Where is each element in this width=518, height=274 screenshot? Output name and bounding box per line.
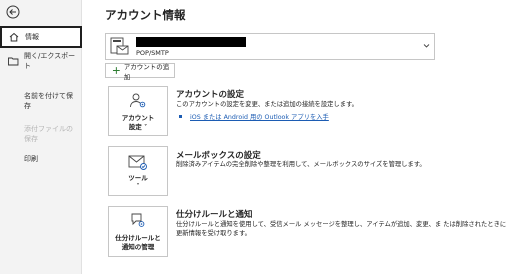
section-title-rules-alerts: 仕分けルールと通知	[176, 210, 253, 220]
bullet-icon	[179, 115, 182, 118]
section-desc-account-settings: このアカウントの設定を変更、または追加の接続を設定します。	[176, 101, 358, 108]
account-settings-icon	[130, 93, 146, 108]
tile-label-line1: アカウント	[121, 114, 155, 122]
account-settings-button[interactable]: アカウント 設定 ˅	[108, 86, 168, 136]
sidebar-item-info[interactable]: 情報	[0, 26, 82, 48]
mail-account-icon	[110, 37, 129, 55]
tile-label-line2: 通知の管理	[121, 243, 155, 251]
account-type: POP/SMTP	[136, 49, 169, 57]
account-info-pane: アカウント情報 POP/SMTP アカウントの追加 アカウント 設定 ˅ アカウ…	[83, 0, 518, 274]
backstage-sidebar: 情報 開く/エクスポート 名前を付けて保存 添付ファイルの保存 印刷	[0, 0, 82, 274]
plus-icon	[112, 67, 120, 74]
chevron-down-icon	[423, 44, 430, 48]
sidebar-item-label: 情報	[25, 33, 39, 41]
rules-alerts-icon	[131, 213, 145, 227]
sidebar-item-open-export[interactable]: 開く/エクスポート	[0, 52, 82, 70]
section-desc-rules-alerts: 仕分けルールと通知を使用して、受信メール メッセージを整理し、アイテムが追加、変…	[176, 221, 507, 237]
sidebar-item-save-attachments: 添付ファイルの保存	[24, 125, 73, 143]
account-dropdown[interactable]: POP/SMTP	[105, 33, 435, 60]
get-outlook-app-link[interactable]: iOS または Android 用の Outlook アプリを入手	[179, 112, 329, 121]
manage-rules-alerts-button[interactable]: 仕分けルールと 通知の管理	[108, 206, 168, 257]
back-arrow-icon[interactable]	[6, 5, 20, 19]
add-account-button[interactable]: アカウントの追加	[105, 62, 175, 81]
section-desc-mailbox-settings: 削除済みアイテムの完全削除や整理を利用して、メールボックスのサイズを管理します。	[176, 161, 426, 168]
add-account-label: アカウントの追加	[123, 62, 170, 81]
tile-label-line2: 設定 ˅	[128, 123, 148, 131]
tools-button[interactable]: ツール ˅	[108, 146, 168, 196]
sidebar-item-label: 開く/エクスポート	[23, 52, 76, 70]
redacted-email-address	[136, 37, 246, 47]
sidebar-item-save-as[interactable]: 名前を付けて保存	[24, 91, 79, 111]
link-text: iOS または Android 用の Outlook アプリを入手	[190, 114, 329, 121]
home-icon	[9, 32, 19, 42]
page-title: アカウント情報	[105, 8, 186, 22]
tile-label-line2: ˅	[136, 182, 140, 190]
section-title-account-settings: アカウントの設定	[176, 90, 245, 100]
folder-open-icon	[8, 57, 19, 65]
mailbox-tools-icon	[128, 155, 147, 170]
tile-label-line1: 仕分けルールと	[115, 234, 161, 242]
